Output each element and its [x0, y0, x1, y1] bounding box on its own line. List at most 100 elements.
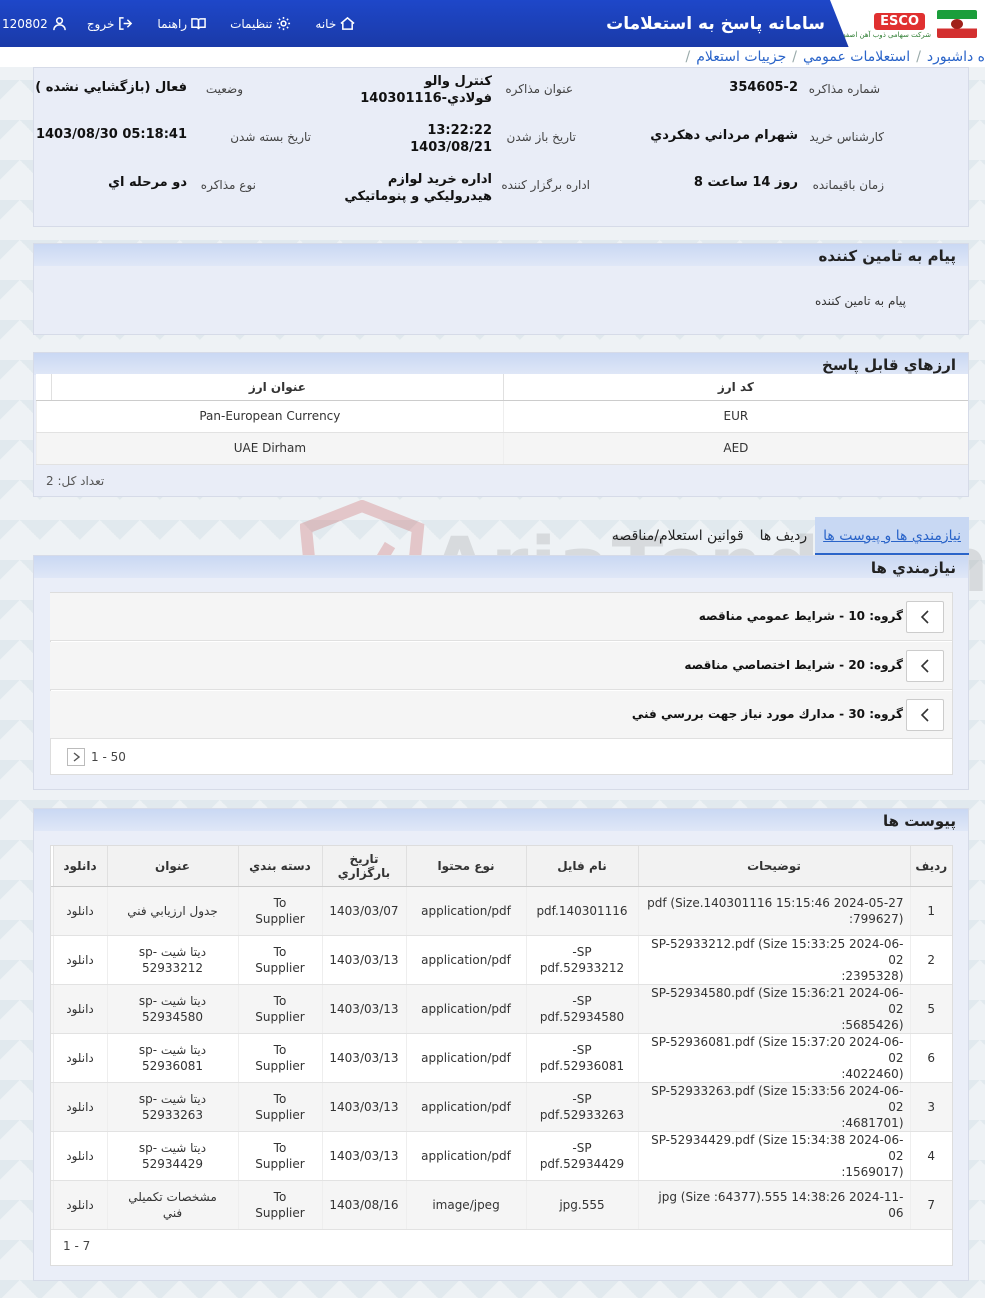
download-link-text[interactable]: دانلود [54, 1099, 107, 1115]
table-row[interactable]: 3 SP-52933263.pdf (Size 15:33:56 2024-06-… [51, 1082, 952, 1132]
open-time-value: 13:22:22 [427, 123, 492, 138]
row-number-cell: 6 [909, 1033, 952, 1083]
organizer-value-line2: هيدروليکي و پنوماتيکي [344, 189, 492, 204]
title-cell: ديتا شيت -sp 52934429 [106, 1131, 238, 1181]
content-type-cell-text: application/pdf [421, 1148, 511, 1163]
description-cell-text: SP-52933212.pdf (Size 15:33:25 2024-06-0… [651, 936, 904, 967]
book-icon [191, 18, 206, 30]
currency-spacer-header [36, 374, 52, 401]
description-cell-text: :799627) [848, 911, 904, 926]
subject-label: عنوان مذاکره [505, 82, 573, 96]
organizer-label: اداره برگزار کننده [501, 178, 590, 192]
table-row[interactable]: 6 SP-52936081.pdf (Size 15:37:20 2024-06-… [51, 1033, 952, 1083]
row-number-cell-text: 4 [927, 1148, 936, 1163]
table-row[interactable]: EUR Pan-European Currency [36, 400, 968, 433]
col-file-name[interactable]: نام فايل [525, 846, 638, 887]
logout-button[interactable]: خروج [75, 16, 146, 31]
expand-chevron-icon[interactable] [906, 699, 944, 731]
currency-code-header[interactable]: کد ارز [502, 374, 968, 401]
spacer-cell [51, 935, 53, 985]
title-cell-text: مشخصات تكميلي [128, 1189, 217, 1204]
logo[interactable]: ESCO شرکت سهامی ذوب آهن اصفهان [830, 0, 985, 47]
row-number-cell: 5 [909, 984, 952, 1034]
supplier-message-panel: پيام به تامين کننده پيام به تامين کننده [33, 243, 969, 335]
table-row[interactable]: 2 SP-52933212.pdf (Size 15:33:25 2024-06-… [51, 935, 952, 985]
currency-name-header[interactable]: عنوان ارز [51, 374, 504, 401]
category-cell-text: To [273, 944, 287, 959]
download-link[interactable]: دانلود [52, 935, 107, 985]
table-row[interactable]: 5 SP-52934580.pdf (Size 15:36:21 2024-06-… [51, 984, 952, 1034]
breadcrumb-public-inquiries[interactable]: استعلامات عمومي [797, 49, 916, 65]
title-cell-text: 52934429 [141, 1156, 204, 1171]
file-name-cell-text: pdf.140301116 [536, 903, 628, 918]
table-row[interactable]: 4 SP-52934429.pdf (Size 15:34:38 2024-06-… [51, 1131, 952, 1181]
description-cell-text: pdf (Size.140301116 15:15:46 2024-05-27 [647, 895, 904, 910]
download-link-text[interactable]: دانلود [54, 1050, 107, 1066]
download-link[interactable]: دانلود [52, 1082, 107, 1132]
category-cell-text: To [273, 895, 287, 910]
user-id: 120802 [2, 16, 48, 31]
content-type-cell: application/pdf [405, 1033, 526, 1083]
settings-button[interactable]: تنظيمات [218, 16, 303, 31]
attachments-table-wrapper: رديف توضيحات نام فايل نوع محتوا تاريخ با… [50, 845, 953, 1266]
inquiry-info-panel: شماره مذاکره 354605-2 عنوان مذاکره کنترل… [33, 67, 969, 227]
user-menu[interactable]: 120802 [0, 16, 75, 31]
col-row[interactable]: رديف [909, 846, 952, 887]
download-link[interactable]: دانلود [52, 886, 107, 936]
row-number-cell: 1 [909, 886, 952, 936]
file-name-cell-text: SP- [572, 1091, 592, 1106]
row-number-cell-text: 6 [927, 1050, 936, 1065]
title-cell-text: ديتا شيت -sp [138, 1140, 207, 1155]
upload-date-cell: 1403/03/13 [321, 1033, 406, 1083]
content-type-cell: application/pdf [405, 1131, 526, 1181]
logo-subtitle: شرکت سهامی ذوب آهن اصفهان [835, 31, 931, 39]
pager-next-button[interactable] [67, 748, 85, 766]
col-download[interactable]: دانلود [52, 846, 107, 887]
download-link-text[interactable]: دانلود [54, 1148, 107, 1164]
tab-requirements-attachments[interactable]: نيازمندي ها و پيوست ها [815, 517, 969, 555]
download-link[interactable]: دانلود [52, 1033, 107, 1083]
requirement-group[interactable]: گروه: 30 - مدارك مورد نياز جهت بررسي فني [50, 691, 952, 739]
col-content-type[interactable]: نوع محتوا [405, 846, 526, 887]
breadcrumb-inquiry-details[interactable]: جزييات استعلام [690, 49, 792, 65]
category-cell-text: To [273, 1091, 287, 1106]
requirement-group[interactable]: گروه: 20 - شرايط اختصاصي مناقصه [50, 642, 952, 690]
upload-date-cell-text: 1403/08/16 [329, 1197, 399, 1212]
col-description[interactable]: توضيحات [637, 846, 910, 887]
help-label: راهنما [157, 16, 188, 31]
spacer-cell [51, 1033, 53, 1083]
help-button[interactable]: راهنما [145, 16, 218, 31]
breadcrumb-dashboard[interactable]: ه داشبورد [921, 49, 985, 65]
type-value: دو مرحله اي [108, 175, 187, 190]
home-button[interactable]: خانه [303, 16, 367, 31]
table-row[interactable]: AED UAE Dirham [36, 432, 968, 465]
category-cell-text: Supplier [255, 1205, 305, 1220]
description-cell-text: :4681701) [841, 1115, 904, 1130]
download-link-text[interactable]: دانلود [54, 903, 107, 919]
app-title: سامانه پاسخ به استعلامات [606, 14, 825, 34]
requirements-panel: نيازمندي ها گروه: 10 - شرايط عمومي مناقص… [33, 555, 969, 790]
expand-chevron-icon[interactable] [906, 650, 944, 682]
open-date-label: تاريخ باز شدن [506, 130, 576, 144]
expert-label: کارشناس خريد [809, 130, 884, 144]
download-link-text[interactable]: دانلود [54, 1197, 107, 1213]
col-category[interactable]: دسته بندي [237, 846, 322, 887]
tab-rows[interactable]: رديف ها [752, 517, 815, 555]
table-row[interactable]: 1 pdf (Size.140301116 15:15:46 2024-05-27… [51, 886, 952, 936]
upload-date-cell-text: 1403/03/13 [329, 1099, 399, 1114]
content-type-cell-text: application/pdf [421, 1001, 511, 1016]
download-link[interactable]: دانلود [52, 984, 107, 1034]
category-cell: To Supplier [237, 886, 322, 936]
requirement-group[interactable]: گروه: 10 - شرايط عمومي مناقصه [50, 593, 952, 641]
download-link-text[interactable]: دانلود [54, 952, 107, 968]
row-number-cell-text: 5 [927, 1001, 936, 1016]
table-row[interactable]: 7 jpg (Size :64377).555 14:38:26 2024-11-… [51, 1180, 952, 1230]
col-title[interactable]: عنوان [106, 846, 238, 887]
tab-rules[interactable]: قوانين استعلام/مناقصه [604, 517, 752, 555]
expand-chevron-icon[interactable] [906, 601, 944, 633]
description-cell-text: :5685426) [841, 1017, 904, 1032]
download-link-text[interactable]: دانلود [54, 1001, 107, 1017]
download-link[interactable]: دانلود [52, 1180, 107, 1230]
col-upload-date[interactable]: تاريخ بارگزاري [321, 846, 406, 887]
download-link[interactable]: دانلود [52, 1131, 107, 1181]
